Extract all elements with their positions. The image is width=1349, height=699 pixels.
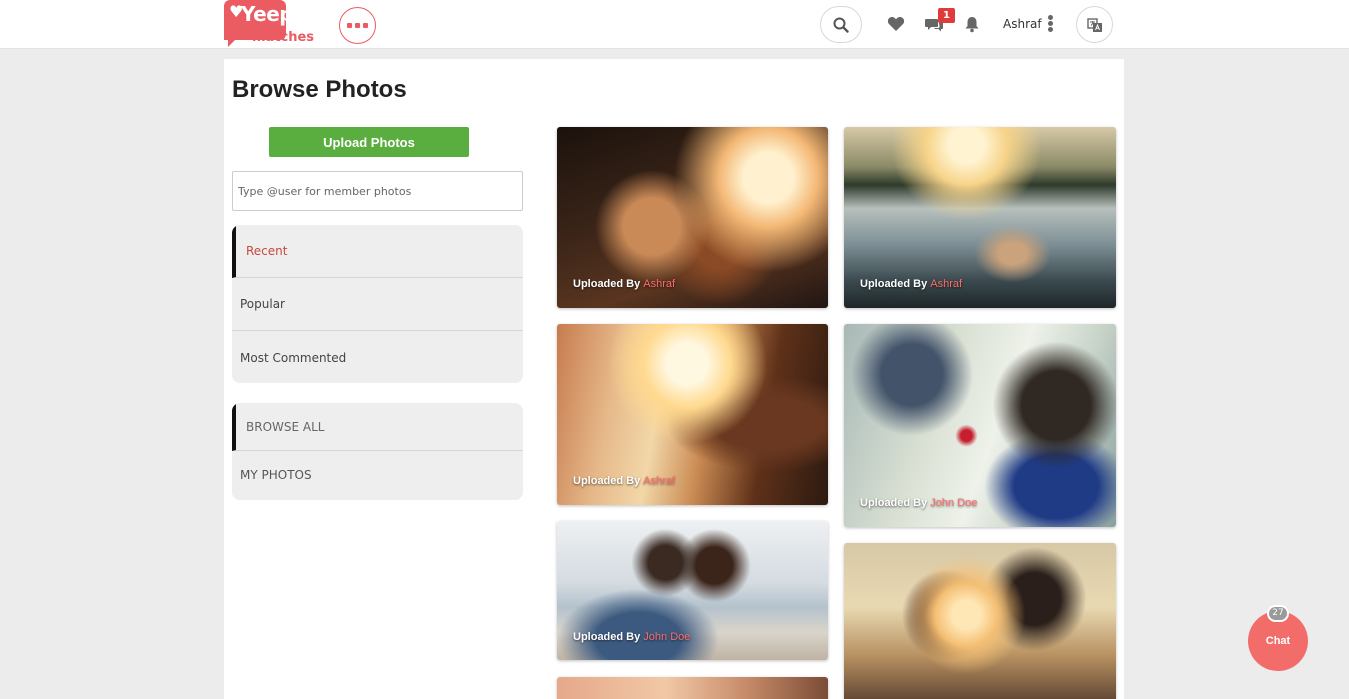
photo-caption: Uploaded By Ashraf (573, 475, 675, 487)
caption-prefix: Uploaded By (860, 278, 928, 290)
chat-count-badge: 27 (1267, 605, 1289, 622)
uploader-link[interactable]: Ashraf (643, 475, 675, 487)
photo-caption: Uploaded By John Doe (860, 497, 977, 509)
more-options-icon (347, 23, 352, 28)
message-count-badge: 1 (938, 8, 955, 23)
sort-popular[interactable]: Popular (232, 278, 523, 331)
sort-most-commented[interactable]: Most Commented (232, 331, 523, 383)
photo-card[interactable]: Uploaded By John Doe (844, 324, 1116, 527)
photo-card[interactable] (844, 543, 1116, 699)
upload-photos-button[interactable]: Upload Photos (269, 127, 469, 157)
site-logo[interactable]: ♥ Yeep matches (224, 0, 314, 48)
photo-card[interactable]: Uploaded By Ashraf (844, 127, 1116, 308)
heart-icon (887, 17, 905, 31)
photo-caption: Uploaded By Ashraf (573, 278, 675, 290)
more-options-button[interactable] (339, 7, 376, 44)
kebab-menu-icon (1047, 15, 1053, 20)
photo-caption: Uploaded By Ashraf (860, 278, 962, 290)
user-menu-button[interactable] (1046, 14, 1054, 34)
my-photos-link[interactable]: MY PHOTOS (232, 451, 523, 499)
top-navbar: ♥ Yeep matches 1 Ashraf (0, 0, 1349, 49)
language-icon (1086, 17, 1102, 32)
uploader-link[interactable]: Ashraf (930, 278, 962, 290)
photo-card[interactable] (557, 677, 828, 699)
bell-icon (965, 16, 979, 32)
photo-card[interactable]: Uploaded By Ashraf (557, 324, 828, 505)
uploader-link[interactable]: John Doe (643, 631, 690, 643)
logo-text: Yeep (241, 2, 294, 26)
photo-card[interactable]: Uploaded By John Doe (557, 521, 828, 660)
sort-recent[interactable]: Recent (232, 225, 523, 278)
caption-prefix: Uploaded By (573, 278, 641, 290)
sort-menu: Recent Popular Most Commented (232, 225, 523, 383)
photo-card[interactable]: Uploaded By Ashraf (557, 127, 828, 308)
search-icon (833, 17, 849, 33)
notifications-button[interactable] (962, 14, 982, 34)
content-panel: Browse Photos Upload Photos Recent Popul… (224, 59, 1124, 699)
logo-subtext: matches (252, 30, 315, 45)
search-button[interactable] (820, 6, 862, 43)
caption-prefix: Uploaded By (573, 475, 641, 487)
caption-prefix: Uploaded By (860, 497, 928, 509)
uploader-link[interactable]: Ashraf (643, 278, 675, 290)
caption-prefix: Uploaded By (573, 631, 641, 643)
user-name[interactable]: Ashraf (1003, 17, 1042, 31)
photo-caption: Uploaded By John Doe (573, 631, 690, 643)
favorites-button[interactable] (886, 14, 906, 34)
browse-all-link[interactable]: BROWSE ALL (232, 403, 523, 451)
browse-menu: BROWSE ALL MY PHOTOS (232, 403, 523, 500)
page-title: Browse Photos (232, 76, 407, 103)
uploader-link[interactable]: John Doe (930, 497, 977, 509)
member-photos-search-input[interactable] (232, 171, 523, 211)
language-button[interactable] (1076, 6, 1113, 43)
